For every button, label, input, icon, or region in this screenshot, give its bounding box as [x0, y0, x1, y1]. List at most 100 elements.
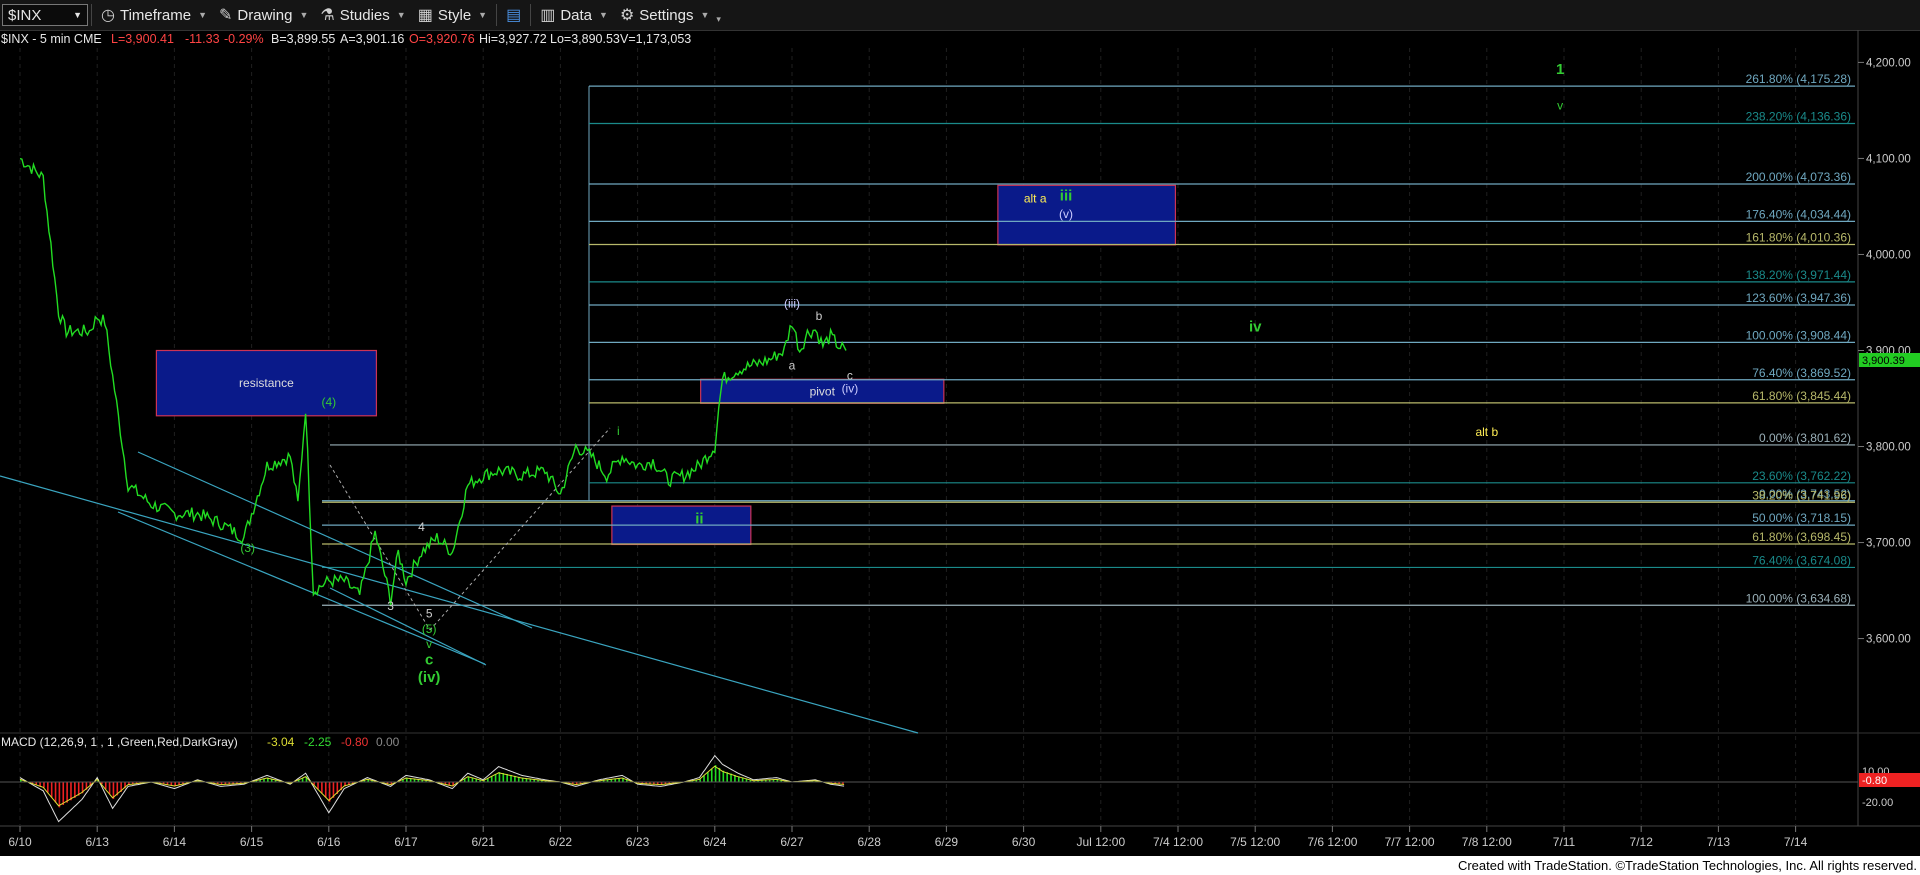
wave-label: iv: [1249, 318, 1262, 335]
macd-bar: [498, 772, 501, 782]
trendline-channel-bottom[interactable]: [329, 587, 487, 666]
wave-label: v: [1557, 98, 1563, 112]
volume-readout: V=1,173,053: [620, 32, 691, 46]
toolbar: $INX ▼ ◷ Timeframe ▼ ✎ Drawing ▼ ⚗ Studi…: [0, 0, 1920, 31]
x-tick-label: 7/13: [1707, 835, 1731, 849]
x-tick-label: 6/10: [8, 835, 32, 849]
macd-bar: [707, 772, 709, 782]
x-tick-label: 7/5 12:00: [1230, 835, 1280, 849]
x-tick-label: 7/6 12:00: [1307, 835, 1357, 849]
footer-bar: Created with TradeStation. ©TradeStation…: [0, 856, 1920, 875]
timeframe-icon: ◷: [101, 7, 115, 24]
low2-readout: Lo=3,890.53: [550, 32, 620, 46]
x-tick-label: 7/4 12:00: [1153, 835, 1203, 849]
y-axis-labels: 3,600.003,700.003,800.003,900.004,000.00…: [1858, 57, 1911, 646]
wave-label: c: [847, 368, 853, 382]
y-tick-label: 3,700.00: [1866, 538, 1911, 550]
macd-bar: [58, 782, 61, 808]
low-readout: L=3,900.41: [111, 32, 174, 46]
macd-bar: [74, 782, 76, 798]
wave-label: 4: [418, 520, 425, 534]
drawing-button[interactable]: ✎ Drawing ▼: [213, 0, 314, 30]
wave-label: ii: [695, 510, 703, 527]
macd-current-label: -0.80: [1862, 775, 1887, 787]
fib-level-label: 0.00% (3,801.62): [1759, 431, 1851, 445]
wave-label: 1: [1556, 61, 1564, 78]
macd-histogram: [20, 765, 844, 808]
data-icon: ▥: [540, 7, 556, 24]
symbol-label: $INX: [8, 6, 42, 24]
macd-bar: [324, 782, 327, 798]
change-readout: -11.33: [185, 32, 220, 46]
macd-value-3: -0.80: [341, 735, 369, 749]
layout-button[interactable]: ▤: [500, 0, 527, 30]
fib-level-label: 138.20% (3,971.44): [1746, 268, 1851, 282]
style-button[interactable]: ▦ Style ▼: [412, 0, 493, 30]
y-tick-label: 4,000.00: [1866, 249, 1911, 261]
wave-label: (v): [1059, 207, 1073, 221]
x-tick-label: 6/24: [703, 835, 727, 849]
wave-label: alt a: [1024, 192, 1047, 206]
x-tick-label: 7/7 12:00: [1385, 835, 1435, 849]
macd-bar: [62, 782, 65, 805]
drawing-icon: ✎: [219, 7, 233, 24]
chevron-down-icon: ▼: [396, 10, 406, 20]
fib-level-label: 61.80% (3,698.45): [1752, 530, 1851, 544]
macd-bar: [494, 774, 497, 782]
wave-label: (iii): [784, 296, 800, 310]
macd-line: [19, 754, 845, 823]
y-tick-label: 4,100.00: [1866, 153, 1911, 165]
style-icon: ▦: [417, 7, 433, 24]
trendlines: [0, 427, 919, 734]
macd-value-2: -2.25: [304, 735, 332, 749]
symbol-selector[interactable]: $INX ▼: [2, 4, 88, 26]
style-label: Style: [437, 6, 472, 24]
toolbar-separator: [530, 4, 532, 26]
trendline-lower[interactable]: [0, 475, 919, 734]
macd-bar: [66, 782, 68, 803]
price-chart[interactable]: $INX - 5 min CME L=3,900.41 -11.33 -0.29…: [0, 30, 1920, 856]
macd-axis-bottom: -20.00: [1862, 797, 1893, 809]
studies-label: Studies: [339, 6, 390, 24]
wave-label: (iv): [418, 669, 441, 686]
fib-level-label: 238.20% (4,136.36): [1746, 110, 1851, 124]
studies-button[interactable]: ⚗ Studies ▼: [314, 0, 411, 30]
fib-level-label: 100.00% (3,908.44): [1746, 328, 1851, 342]
fib-level-label: 23.60% (3,762.22): [1752, 469, 1851, 483]
footer-text: Created with TradeStation. ©TradeStation…: [1457, 858, 1917, 873]
x-gridlines: [19, 48, 1797, 826]
fib-level-label: 76.40% (3,869.52): [1752, 366, 1851, 380]
x-tick-label: 6/22: [549, 835, 573, 849]
high-readout: Hi=3,927.72: [479, 32, 547, 46]
studies-icon: ⚗: [320, 7, 335, 24]
x-tick-label: 6/21: [472, 835, 496, 849]
macd-value-4: 0.00: [376, 735, 400, 749]
data-button[interactable]: ▥ Data ▼: [534, 0, 614, 30]
wave-label: b: [816, 309, 823, 323]
x-tick-label: 6/29: [935, 835, 959, 849]
ask-readout: A=3,901.16: [340, 32, 404, 46]
wave-label: i: [617, 424, 620, 438]
settings-button[interactable]: ⚙ Settings ▼ ▾: [614, 0, 727, 30]
wave-label: (3): [240, 541, 255, 555]
wave-label: 3: [387, 599, 394, 613]
timeframe-button[interactable]: ◷ Timeframe ▼: [95, 0, 213, 30]
x-tick-label: 6/16: [317, 835, 341, 849]
wave-label: (iv): [842, 382, 859, 396]
macd-bar: [490, 776, 493, 782]
percent-readout: -0.29%: [224, 32, 264, 46]
macd-bar: [50, 782, 53, 798]
data-label: Data: [560, 6, 593, 24]
x-tick-label: 6/13: [86, 835, 110, 849]
wave-label: (4): [321, 395, 336, 409]
x-tick-label: 6/28: [858, 835, 882, 849]
fib-level-label: 123.60% (3,947.36): [1746, 291, 1851, 305]
macd-value-1: -3.04: [267, 735, 295, 749]
macd-bar: [722, 770, 725, 782]
x-tick-label: 7/8 12:00: [1462, 835, 1512, 849]
open-readout: O=3,920.76: [409, 32, 475, 46]
chevron-down-icon: ▼: [73, 10, 82, 20]
toolbar-separator: [91, 4, 92, 26]
symbol-readout: $INX - 5 min CME: [1, 32, 102, 46]
fib-level-label: 50.00% (3,718.15): [1752, 511, 1851, 525]
